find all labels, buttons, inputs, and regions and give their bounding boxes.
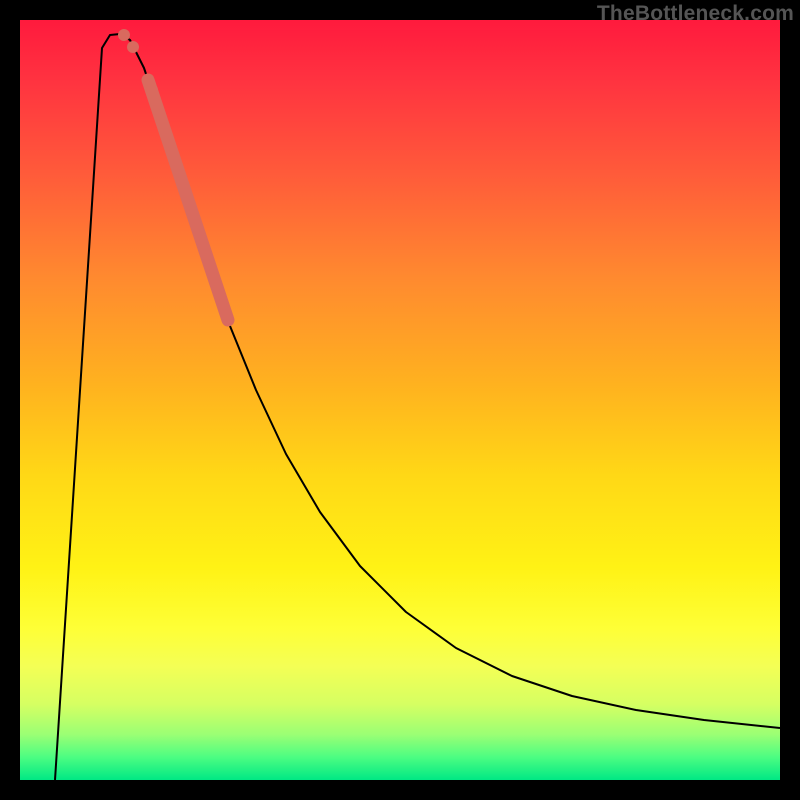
highlight-dot (118, 29, 130, 41)
chart-frame: TheBottleneck.com (0, 0, 800, 800)
plot-area (20, 20, 780, 780)
highlight-dots (118, 29, 158, 96)
highlight-dot (146, 84, 158, 96)
curve-layer (20, 20, 780, 780)
highlight-segment (148, 80, 228, 320)
highlight-dot (127, 41, 139, 53)
